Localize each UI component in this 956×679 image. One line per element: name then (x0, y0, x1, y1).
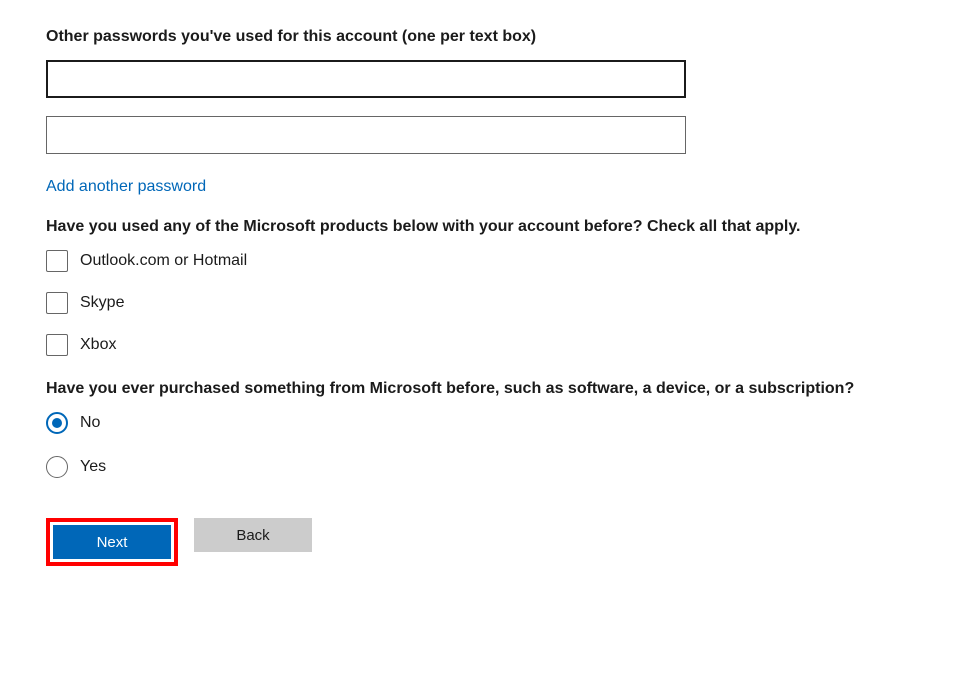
purchase-label: Have you ever purchased something from M… (46, 380, 910, 398)
radio-yes[interactable] (46, 456, 68, 478)
radio-label-yes: Yes (80, 458, 106, 476)
password-field-1[interactable] (46, 60, 686, 98)
back-button[interactable]: Back (194, 518, 312, 552)
radio-row-no[interactable]: No (46, 412, 910, 434)
radio-label-no: No (80, 414, 100, 432)
checkbox-xbox[interactable] (46, 334, 68, 356)
passwords-label: Other passwords you've used for this acc… (46, 28, 910, 46)
add-password-link[interactable]: Add another password (46, 178, 206, 196)
next-button-highlight: Next (46, 518, 178, 566)
checkbox-label-outlook: Outlook.com or Hotmail (80, 252, 247, 270)
checkbox-row-outlook[interactable]: Outlook.com or Hotmail (46, 250, 910, 272)
checkbox-label-skype: Skype (80, 294, 124, 312)
products-label: Have you used any of the Microsoft produ… (46, 218, 910, 236)
checkbox-row-skype[interactable]: Skype (46, 292, 910, 314)
checkbox-row-xbox[interactable]: Xbox (46, 334, 910, 356)
radio-row-yes[interactable]: Yes (46, 456, 910, 478)
radio-no[interactable] (46, 412, 68, 434)
next-button[interactable]: Next (53, 525, 171, 559)
password-field-2[interactable] (46, 116, 686, 154)
checkbox-label-xbox: Xbox (80, 336, 116, 354)
checkbox-skype[interactable] (46, 292, 68, 314)
checkbox-outlook[interactable] (46, 250, 68, 272)
